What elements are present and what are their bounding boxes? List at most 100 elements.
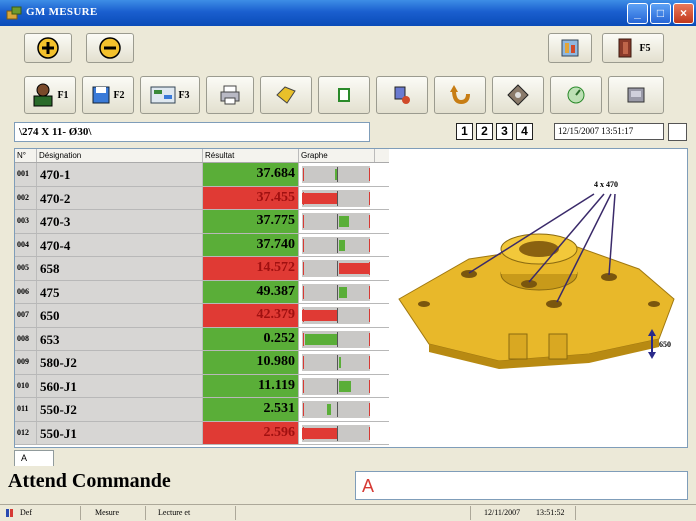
deviation-bar: [339, 380, 351, 392]
row-graph: [299, 398, 375, 421]
table-row[interactable]: 012 550-J1 2.596: [15, 421, 389, 445]
table-row[interactable]: 006 475 49.387: [15, 280, 389, 304]
row-number: 007: [15, 304, 37, 327]
grid-rows: 001 470-1 37.684 002 470-2 37.455 003 470-3 37.7…: [15, 163, 389, 445]
row-number: 010: [15, 374, 37, 397]
window-title: GM MESURE: [26, 6, 98, 18]
tolerance-low-mark: [303, 238, 304, 252]
nominal-mark: [337, 308, 338, 323]
row-result: 49.387: [203, 280, 299, 303]
graph-track: [302, 213, 370, 230]
tab-a[interactable]: A: [14, 450, 54, 466]
row-number: 009: [15, 351, 37, 374]
calibration-button[interactable]: [550, 76, 602, 114]
indicator-box[interactable]: [668, 123, 687, 141]
table-row[interactable]: 008 653 0.252: [15, 327, 389, 351]
header-result[interactable]: Résultat: [203, 149, 299, 162]
settings-button[interactable]: [548, 33, 592, 63]
tab-strip: A: [0, 450, 696, 466]
status-def: Def: [20, 508, 32, 517]
deviation-bar: [339, 239, 345, 251]
program-button[interactable]: F3: [140, 76, 200, 114]
table-row[interactable]: 010 560-J1 11.119: [15, 374, 389, 398]
table-row[interactable]: 001 470-1 37.684: [15, 163, 389, 187]
single-point-button[interactable]: [318, 76, 370, 114]
nominal-mark: [337, 190, 338, 206]
deviation-bar: [302, 192, 337, 204]
callout-650: 650: [659, 340, 671, 349]
print-button[interactable]: [206, 76, 254, 114]
table-row[interactable]: 003 470-3 37.775: [15, 210, 389, 234]
table-row[interactable]: 005 658 14.572: [15, 257, 389, 281]
probe-button[interactable]: [376, 76, 428, 114]
row-designation: 470-3: [37, 210, 203, 233]
row-graph: [299, 374, 375, 397]
status-separator: [575, 506, 576, 520]
row-number: 001: [15, 163, 37, 186]
zoom-out-button[interactable]: [86, 33, 134, 63]
row-number: 003: [15, 210, 37, 233]
close-button[interactable]: ×: [673, 3, 694, 24]
nominal-mark: [337, 237, 338, 253]
program-path-input[interactable]: [14, 122, 370, 142]
row-graph: [299, 421, 375, 444]
flag-red-icon: [10, 509, 13, 517]
app-icon: [6, 6, 22, 20]
operator-button[interactable]: F1: [24, 76, 76, 114]
row-designation: 658: [37, 257, 203, 280]
row-number: 004: [15, 233, 37, 256]
part-drawing: 4 x 470 650: [389, 149, 687, 447]
counter-4[interactable]: 4: [516, 123, 533, 140]
row-number: 006: [15, 280, 37, 303]
nominal-mark: [337, 167, 338, 182]
save-button[interactable]: F2: [82, 76, 134, 114]
counter-1[interactable]: 1: [456, 123, 473, 140]
tolerance-high-mark: [369, 215, 370, 228]
maximize-button[interactable]: □: [650, 3, 671, 24]
deviation-bar: [339, 286, 347, 298]
zoom-in-button[interactable]: [24, 33, 72, 63]
toolbar-zoom: F5: [0, 26, 696, 68]
minimize-button[interactable]: _: [627, 3, 648, 24]
counter-3[interactable]: 3: [496, 123, 513, 140]
row-result: 37.740: [203, 233, 299, 256]
status-mesure: Mesure: [95, 508, 119, 517]
row-result: 37.455: [203, 186, 299, 209]
measure-part-button[interactable]: [492, 76, 544, 114]
row-result: 37.684: [203, 163, 299, 186]
header-designation[interactable]: Désignation: [37, 149, 203, 162]
nominal-mark: [337, 355, 338, 370]
table-row[interactable]: 004 470-4 37.740: [15, 233, 389, 257]
machine-icon: [627, 87, 645, 103]
diamond-part-icon: [507, 84, 529, 106]
table-row[interactable]: 002 470-2 37.455: [15, 186, 389, 210]
header-graph[interactable]: Graphe: [299, 149, 375, 162]
command-input[interactable]: A: [355, 471, 688, 500]
label-button[interactable]: [260, 76, 312, 114]
machine-button[interactable]: [608, 76, 664, 114]
tolerance-low-mark: [303, 285, 304, 299]
table-row[interactable]: 011 550-J2 2.531: [15, 398, 389, 422]
config-icon: [561, 39, 579, 57]
row-designation: 653: [37, 327, 203, 350]
row-designation: 550-J2: [37, 398, 203, 421]
tolerance-high-mark: [369, 285, 370, 299]
command-status: Attend Commande: [8, 470, 171, 492]
tolerance-low-mark: [303, 332, 304, 346]
header-num[interactable]: N°: [15, 149, 37, 162]
tolerance-low-mark: [303, 262, 304, 275]
probe-icon: [394, 86, 410, 104]
row-result: 2.596: [203, 421, 299, 444]
plus-icon: [37, 37, 59, 59]
exit-button[interactable]: F5: [602, 33, 664, 63]
results-grid: N° Désignation Résultat Graphe 001 470-1 3…: [15, 149, 389, 447]
undo-button[interactable]: [434, 76, 486, 114]
row-designation: 470-2: [37, 186, 203, 209]
counter-2[interactable]: 2: [476, 123, 493, 140]
row-graph: [299, 304, 375, 327]
row-graph: [299, 163, 375, 186]
table-row[interactable]: 009 580-J2 10.980: [15, 351, 389, 375]
table-row[interactable]: 007 650 42.379: [15, 304, 389, 328]
operator-icon: [33, 83, 53, 107]
row-result: 37.775: [203, 210, 299, 233]
